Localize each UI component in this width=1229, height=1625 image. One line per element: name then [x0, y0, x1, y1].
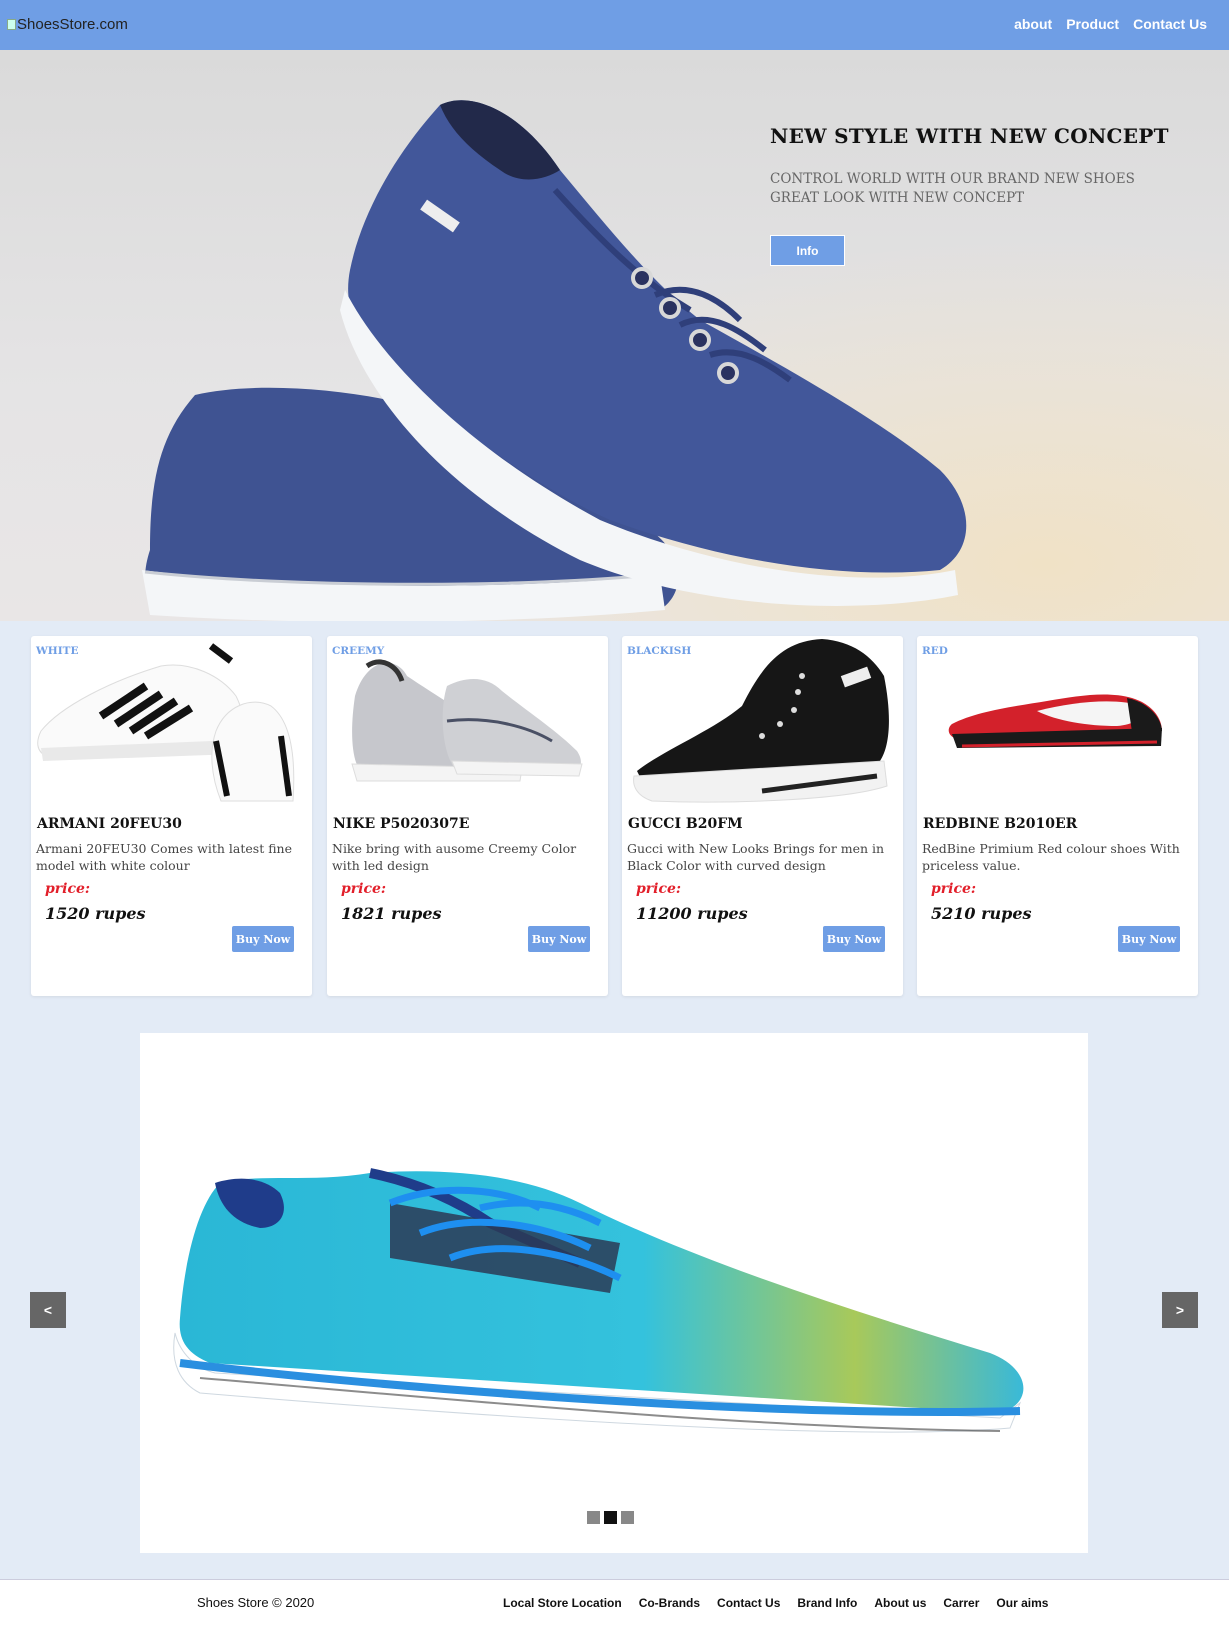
site-footer: Shoes Store © 2020 Local Store Location …: [0, 1579, 1229, 1625]
product-color-tag: RED: [922, 645, 948, 657]
nav-contact-us[interactable]: Contact Us: [1133, 16, 1207, 32]
buy-now-button[interactable]: Buy Now: [528, 926, 590, 952]
buy-now-button[interactable]: Buy Now: [1118, 926, 1180, 952]
buy-now-button[interactable]: Buy Now: [823, 926, 885, 952]
product-image-red-sneaker: [948, 694, 1162, 748]
product-name[interactable]: GUCCI B20FM: [628, 816, 743, 832]
footer-link-brand-info[interactable]: Brand Info: [797, 1596, 857, 1610]
product-description: Nike bring with ausome Creemy Color with…: [332, 841, 577, 873]
hero-subtitle: CONTROL WORLD WITH OUR BRAND NEW SHOES G…: [770, 171, 1135, 206]
logo[interactable]: ShoesStore.com: [7, 16, 128, 33]
info-button[interactable]: Info: [770, 235, 845, 266]
image-slider: [140, 1033, 1088, 1553]
slider-dot-1[interactable]: [587, 1511, 600, 1524]
product-card: RED REDBINE B2010ER RedBine Primium Red …: [917, 636, 1198, 996]
footer-link-carrer[interactable]: Carrer: [943, 1596, 979, 1610]
product-image-creemy-loafers: [351, 659, 583, 782]
product-image-black-hightops: [633, 639, 889, 803]
product-name[interactable]: NIKE P5020307E: [333, 816, 469, 832]
product-color-tag: BLACKISH: [627, 645, 692, 657]
hero-title: NEW STYLE WITH NEW CONCEPT: [770, 124, 1169, 148]
footer-link-local-store-location[interactable]: Local Store Location: [503, 1596, 622, 1610]
product-image-white-sneakers: [37, 643, 295, 802]
slider-dot-2[interactable]: [604, 1511, 617, 1524]
footer-link-our-aims[interactable]: Our aims: [996, 1596, 1048, 1610]
nav-about[interactable]: about: [1014, 16, 1052, 32]
footer-link-contact-us[interactable]: Contact Us: [717, 1596, 780, 1610]
product-price: 1520 rupes: [45, 904, 146, 923]
price-label: price:: [636, 881, 682, 897]
main-nav: about Product Contact Us: [1014, 16, 1207, 32]
footer-link-co-brands[interactable]: Co-Brands: [639, 1596, 700, 1610]
price-label: price:: [341, 881, 387, 897]
product-price: 11200 rupes: [636, 904, 748, 923]
product-color-tag: WHITE: [36, 645, 79, 657]
nav-product[interactable]: Product: [1066, 16, 1119, 32]
product-color-tag: CREEMY: [332, 645, 385, 657]
product-description: Gucci with New Looks Brings for men in B…: [627, 841, 885, 873]
product-name[interactable]: ARMANI 20FEU30: [37, 816, 182, 832]
hero-banner: NEW STYLE WITH NEW CONCEPT CONTROL WORLD…: [0, 50, 1229, 621]
product-price: 1821 rupes: [341, 904, 442, 923]
price-label: price:: [931, 881, 977, 897]
product-card: CREEMY NIKE P5020307E Nike bring with au…: [327, 636, 608, 996]
product-card: BLACKISH GUCCI B20FM Gucci with New Look…: [622, 636, 903, 996]
buy-now-button[interactable]: Buy Now: [232, 926, 294, 952]
slider-next-button[interactable]: >: [1162, 1292, 1198, 1328]
price-label: price:: [45, 881, 91, 897]
product-card: WHITE ARMANI 20FEU30 Armani 20FEU30 Come…: [31, 636, 312, 996]
broken-image-icon: [7, 19, 16, 30]
site-header: ShoesStore.com about Product Contact Us: [0, 0, 1229, 50]
product-price: 5210 rupes: [931, 904, 1032, 923]
footer-copyright: Shoes Store © 2020: [197, 1595, 315, 1610]
slider-dot-3[interactable]: [621, 1511, 634, 1524]
slide-image-turquoise-sneaker: [173, 1168, 1024, 1433]
slider-dots: [587, 1511, 634, 1524]
logo-alt-text: ShoesStore.com: [17, 16, 128, 33]
slider-prev-button[interactable]: <: [30, 1292, 66, 1328]
product-description: RedBine Primium Red colour shoes With pr…: [922, 841, 1180, 873]
product-description: Armani 20FEU30 Comes with latest fine mo…: [36, 841, 292, 873]
footer-link-about-us[interactable]: About us: [874, 1596, 926, 1610]
product-name[interactable]: REDBINE B2010ER: [923, 816, 1077, 832]
footer-links: Local Store Location Co-Brands Contact U…: [503, 1596, 1048, 1610]
